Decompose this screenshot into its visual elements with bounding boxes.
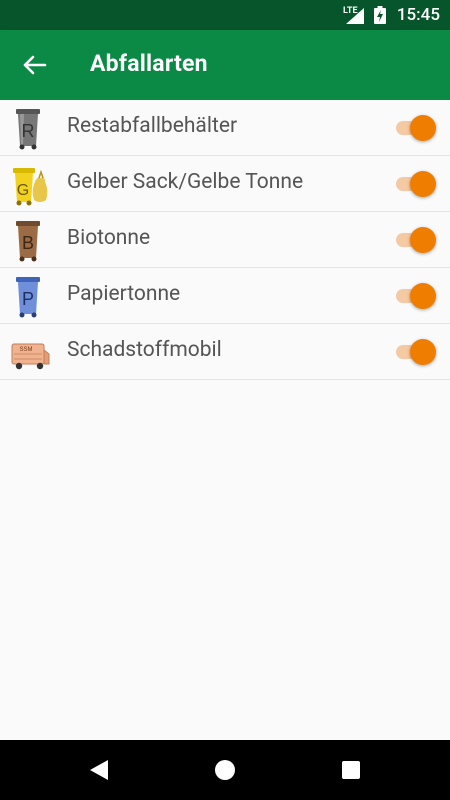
waste-type-list: R Restabfallbehälter G Gelber Sack/Gelbe…: [0, 100, 450, 380]
svg-text:R: R: [22, 121, 35, 141]
svg-text:SSM: SSM: [19, 347, 32, 353]
battery-charging-icon: [374, 6, 386, 24]
list-item-papiertonne[interactable]: P Papiertonne: [0, 268, 450, 324]
nav-home-icon[interactable]: [214, 759, 236, 781]
list-item-label: Schadstoffmobil: [67, 338, 222, 362]
list-item-restabfall[interactable]: R Restabfallbehälter: [0, 100, 450, 156]
lte-signal-icon: [346, 8, 364, 24]
gelbe-tonne-icon: G: [13, 168, 48, 206]
biotonne-icon: B: [16, 221, 40, 262]
list-item-biotonne[interactable]: B Biotonne: [0, 212, 450, 268]
toggle-switch-gelbe-tonne[interactable]: [394, 170, 438, 198]
toggle-thumb: [410, 283, 436, 309]
list-item-label: Gelber Sack/Gelbe Tonne: [67, 170, 304, 194]
page-title: Abfallarten: [90, 50, 208, 77]
arrow-back-icon[interactable]: [18, 48, 52, 82]
app-bar: Abfallarten: [0, 30, 450, 100]
nav-back-icon[interactable]: [88, 758, 110, 782]
papiertonne-icon: P: [16, 277, 40, 318]
list-item-label: Papiertonne: [67, 282, 181, 306]
schadstoffmobil-truck-icon: SSM: [11, 343, 50, 370]
toggle-thumb: [410, 115, 436, 141]
list-item-schadstoffmobil[interactable]: SSM Schadstoffmobil: [0, 324, 450, 380]
toggle-switch-biotonne[interactable]: [394, 226, 438, 254]
status-time: 15:45: [396, 5, 440, 25]
toggle-thumb: [410, 227, 436, 253]
toggle-thumb: [410, 171, 436, 197]
svg-text:B: B: [22, 233, 34, 253]
status-bar: LTE 15:45: [0, 0, 450, 30]
list-item-gelbe-tonne[interactable]: G Gelber Sack/Gelbe Tonne: [0, 156, 450, 212]
toggle-switch-restabfall[interactable]: [394, 114, 438, 142]
svg-text:G: G: [17, 182, 29, 199]
list-item-label: Restabfallbehälter: [67, 114, 238, 138]
list-item-label: Biotonne: [67, 226, 151, 250]
nav-recent-apps-icon[interactable]: [341, 760, 361, 780]
restabfall-bin-icon: R: [16, 109, 40, 150]
toggle-thumb: [410, 339, 436, 365]
svg-text:P: P: [22, 289, 34, 309]
toggle-switch-schadstoffmobil[interactable]: [394, 338, 438, 366]
system-nav-bar: [0, 740, 450, 800]
toggle-switch-papiertonne[interactable]: [394, 282, 438, 310]
